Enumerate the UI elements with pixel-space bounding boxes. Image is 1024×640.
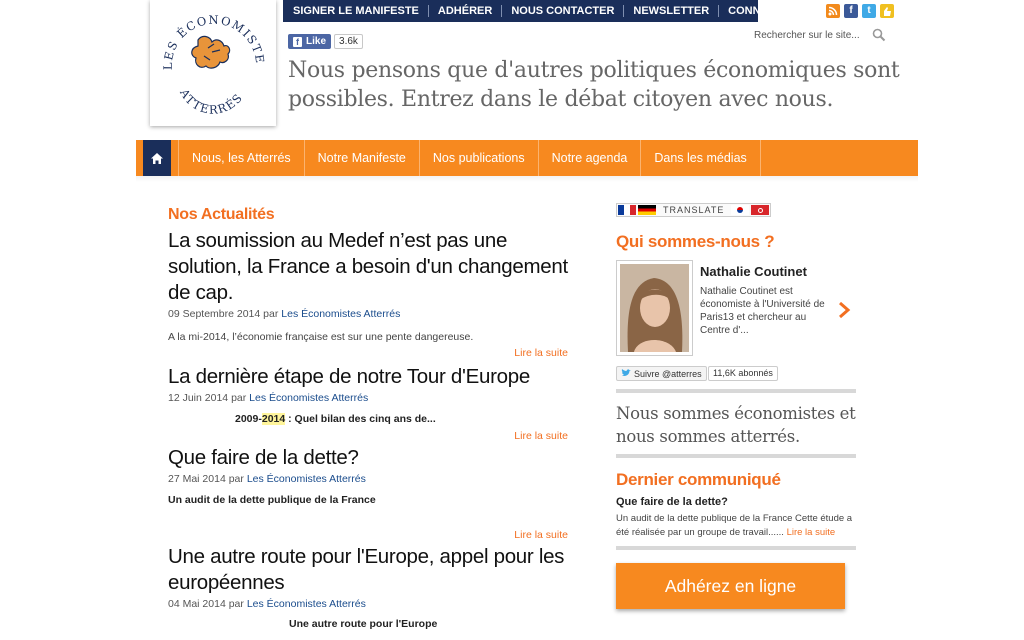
communique-text: Un audit de la dette publique de la Fran… — [616, 512, 856, 540]
excerpt-highlight: 2014 — [261, 413, 286, 425]
next-arrow-icon[interactable] — [836, 300, 852, 320]
facebook-like-button[interactable]: f Like — [288, 34, 332, 49]
article-by: par — [231, 392, 247, 404]
article-title[interactable]: La dernière étape de notre Tour d'Europe — [168, 364, 568, 390]
top-nav: SIGNER LE MANIFESTE ADHÉRER NOUS CONTACT… — [283, 0, 804, 22]
person-photo[interactable] — [616, 260, 693, 356]
news-section-title: Nos Actualités — [168, 206, 275, 223]
nav-notre-agenda[interactable]: Notre agenda — [537, 140, 641, 176]
article-by: par — [228, 473, 244, 485]
twitter-follow-label: Suivre @atterres — [634, 368, 702, 379]
facebook-like-label: Like — [306, 36, 327, 47]
twitter-follower-count: 11,6K abonnés — [708, 366, 778, 381]
like-icon[interactable] — [880, 4, 894, 18]
top-link-signer-manifeste[interactable]: SIGNER LE MANIFESTE — [283, 5, 428, 17]
social-icons: f t — [826, 4, 894, 18]
communique-title: Dernier communiqué — [616, 470, 781, 489]
rss-icon[interactable] — [826, 4, 840, 18]
excerpt-part: : Quel bilan des cinq ans de... — [285, 413, 436, 425]
news-article: La dernière étape de notre Tour d'Europe… — [168, 364, 568, 444]
article-date: 09 Septembre 2014 — [168, 308, 261, 320]
article-date: 04 Mai 2014 — [168, 598, 226, 610]
main-nav: Nous, les Atterrés Notre Manifeste Nos p… — [136, 140, 918, 176]
article-author[interactable]: Les Économistes Atterrés — [247, 598, 366, 610]
nav-notre-manifeste[interactable]: Notre Manifeste — [303, 140, 419, 176]
top-link-newsletter[interactable]: NEWSLETTER — [623, 5, 718, 17]
nav-shadow — [136, 176, 918, 182]
excerpt-part: 2009- — [235, 413, 262, 425]
logo-text-bottom: ATTERRÉS — [177, 86, 245, 117]
svg-text:ATTERRÉS: ATTERRÉS — [177, 86, 246, 117]
top-link-contact[interactable]: NOUS CONTACTER — [501, 5, 623, 17]
twitter-icon[interactable]: t — [862, 4, 876, 18]
facebook-like-count: 3.6k — [334, 34, 363, 49]
sidebar-divider — [616, 389, 856, 393]
sidebar-quote: Nous sommes économistes et nous sommes a… — [616, 404, 856, 446]
join-online-button[interactable]: Adhérez en ligne — [616, 563, 845, 609]
article-title[interactable]: Que faire de la dette? — [168, 445, 568, 471]
news-article: Une autre route pour l'Europe, appel pou… — [168, 544, 568, 640]
article-meta: 09 Septembre 2014 par Les Économistes At… — [168, 308, 568, 320]
article-title[interactable]: La soumission au Medef n’est pas une sol… — [168, 228, 568, 306]
article-meta: 12 Juin 2014 par Les Économistes Atterré… — [168, 392, 568, 404]
home-icon — [151, 152, 163, 164]
home-button[interactable] — [136, 140, 178, 176]
home-button-box — [143, 140, 171, 176]
article-author[interactable]: Les Économistes Atterrés — [247, 473, 366, 485]
site-logo[interactable]: LES ÉCONOMISTES ATTERRÉS — [150, 0, 276, 126]
translate-widget[interactable]: TRANSLATE — [616, 203, 772, 217]
top-link-adherer[interactable]: ADHÉRER — [427, 5, 501, 17]
article-date: 27 Mai 2014 — [168, 473, 226, 485]
flag-fr-icon[interactable] — [618, 205, 636, 215]
nav-nos-publications[interactable]: Nos publications — [418, 140, 538, 176]
facebook-icon[interactable]: f — [844, 4, 858, 18]
nav-dans-les-medias[interactable]: Dans les médias — [640, 140, 761, 176]
nav-nous-les-atterres[interactable]: Nous, les Atterrés — [178, 140, 304, 176]
news-article: La soumission au Medef n’est pas une sol… — [168, 228, 568, 359]
flag-de-icon[interactable] — [638, 205, 656, 215]
flag-kr-icon[interactable] — [731, 205, 750, 215]
article-author[interactable]: Les Économistes Atterrés — [249, 392, 368, 404]
article-title[interactable]: Une autre route pour l'Europe, appel pou… — [168, 544, 568, 596]
person-name[interactable]: Nathalie Coutinet — [700, 264, 807, 279]
article-excerpt: A la mi-2014, l’économie française est s… — [168, 331, 474, 343]
site-tagline: Nous pensons que d'autres politiques éco… — [288, 58, 900, 112]
sidebar-divider — [616, 546, 856, 550]
article-meta: 27 Mai 2014 par Les Économistes Atterrés — [168, 473, 568, 485]
read-more-link[interactable]: Lire la suite — [514, 347, 568, 359]
twitter-follow-button[interactable]: Suivre @atterres — [616, 366, 707, 381]
read-more-link[interactable]: Lire la suite — [514, 430, 568, 442]
translate-label: TRANSLATE — [663, 205, 725, 215]
logo-figure-icon — [191, 35, 231, 69]
search-box — [754, 27, 894, 43]
article-author[interactable]: Les Économistes Atterrés — [281, 308, 400, 320]
who-title: Qui sommes-nous ? — [616, 232, 775, 251]
communique-headline[interactable]: Que faire de la dette? — [616, 496, 728, 508]
read-more-link[interactable]: Lire la suite — [514, 529, 568, 541]
flag-tr-icon[interactable] — [751, 205, 770, 215]
facebook-like: f Like 3.6k — [288, 34, 363, 49]
sidebar-divider — [616, 454, 856, 458]
search-input[interactable] — [754, 29, 872, 41]
article-excerpt: 2009-2014 : Quel bilan des cinq ans de..… — [168, 413, 568, 425]
search-icon[interactable] — [872, 28, 886, 42]
article-by: par — [263, 308, 279, 320]
communique-read-more[interactable]: Lire la suite — [787, 527, 836, 538]
person-portrait-icon — [620, 264, 689, 352]
article-by: par — [228, 598, 244, 610]
news-article: Que faire de la dette? 27 Mai 2014 par L… — [168, 445, 568, 545]
top-link-connexion[interactable]: CONNEXION — [718, 5, 804, 17]
article-excerpt: Une autre route pour l'Europe — [289, 618, 438, 630]
article-meta: 04 Mai 2014 par Les Économistes Atterrés — [168, 598, 568, 610]
twitter-bird-icon — [621, 369, 631, 376]
article-excerpt: Un audit de la dette publique de la Fran… — [168, 494, 376, 506]
person-description: Nathalie Coutinet est économiste à l'Uni… — [700, 286, 825, 336]
facebook-icon: f — [293, 36, 302, 47]
article-date: 12 Juin 2014 — [168, 392, 229, 404]
